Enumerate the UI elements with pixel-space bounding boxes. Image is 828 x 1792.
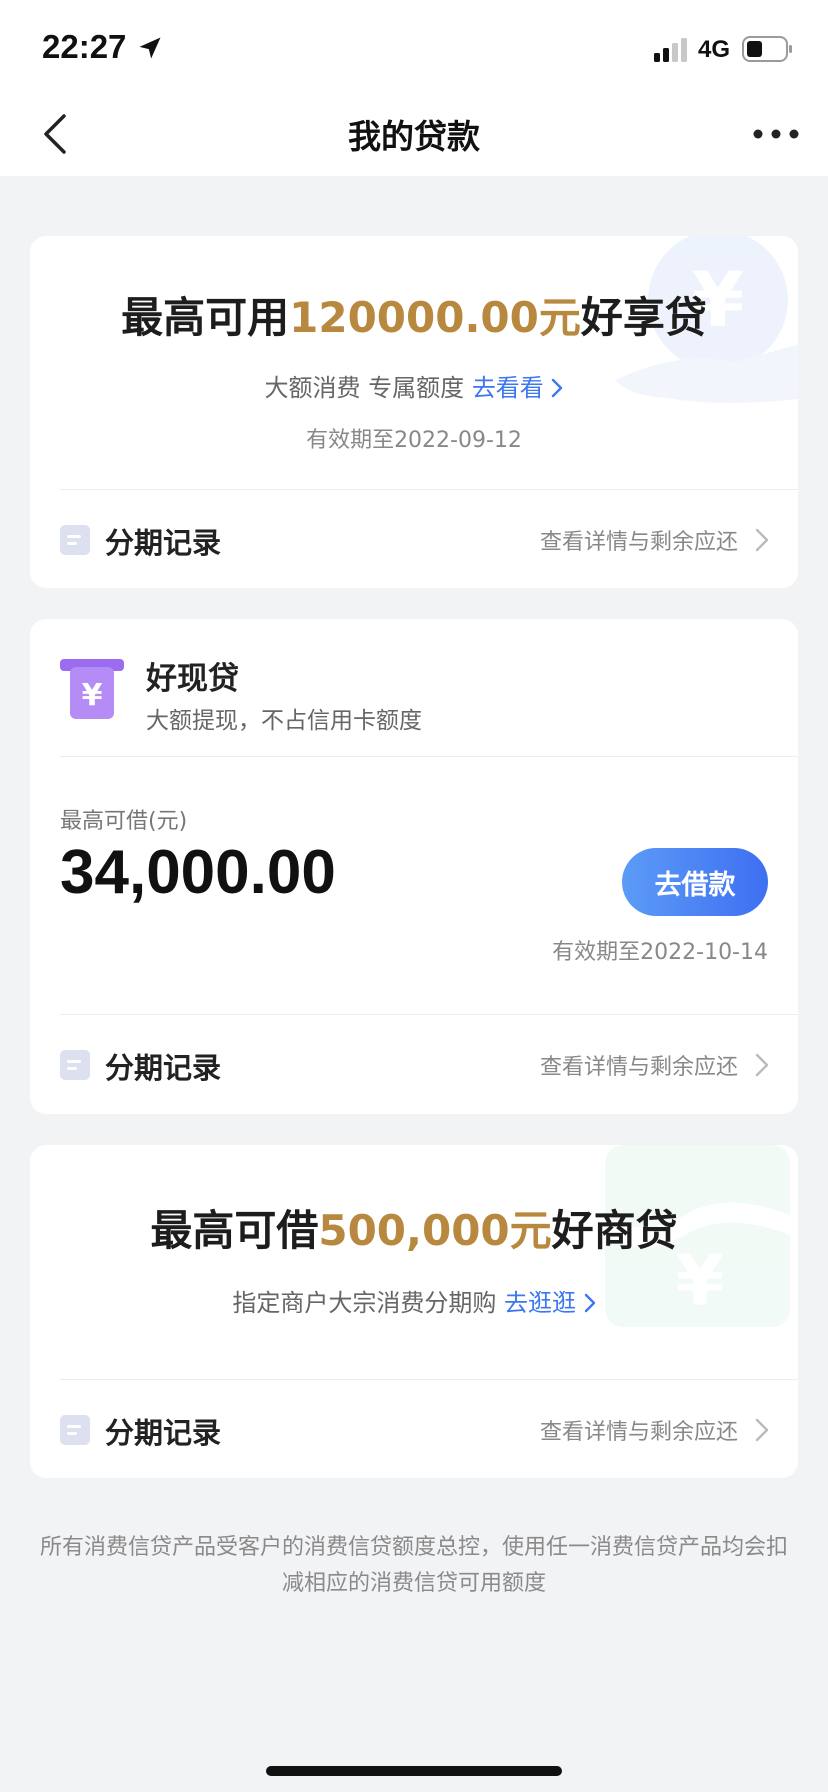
product-description: 大额提现，不占信用卡额度 [146,708,422,734]
headline-suffix: 好商贷 [551,1206,678,1255]
chevron-right-icon [755,1053,769,1077]
promo-headline: 最高可借500,000元好商贷 [30,1197,798,1258]
battery-icon [742,36,792,62]
headline-suffix: 好享贷 [580,293,707,342]
svg-text:¥: ¥ [82,678,103,713]
location-arrow-icon [139,37,161,59]
browse-link-label: 去逛逛 [504,1289,576,1317]
record-label: 分期记录 [105,1051,222,1085]
promo-subtitle: 大额消费 专属额度 去看看 [30,368,798,403]
home-indicator[interactable] [266,1766,562,1776]
browse-link[interactable]: 去逛逛 [504,1289,596,1317]
document-icon [60,1415,90,1445]
chevron-right-icon [552,378,563,398]
chevron-right-icon [755,1418,769,1442]
divider [60,489,798,490]
atm-cash-icon: ¥ [60,659,124,719]
divider [60,1379,798,1380]
haoxiang-loan-card: ¥ 最高可用120000.00元好享贷 大额消费 专属额度 去看看 有效期至20… [30,236,798,588]
borrow-button[interactable]: 去借款 [622,848,768,916]
limit-label: 最高可借(元) [60,809,188,834]
headline-amount: 500,000元 [318,1206,552,1255]
network-label: 4G [698,36,731,63]
more-dots-icon[interactable] [752,120,800,148]
limit-amount: 34,000.00 [60,838,336,907]
chevron-right-icon [755,528,769,552]
disclaimer-text: 所有消费信贷产品受客户的消费信贷额度总控，使用任一消费信贷产品均会扣减相应的消费… [39,1535,788,1596]
record-detail-link[interactable]: 查看详情与剩余应还 [540,1049,738,1081]
record-label: 分期记录 [105,526,222,560]
headline-prefix: 最高可用 [121,293,290,342]
installment-record-row[interactable]: 分期记录 查看详情与剩余应还 [30,492,798,588]
haoshang-loan-card: ¥ 最高可借500,000元好商贷 指定商户大宗消费分期购 去逛逛 分期记录 查… [30,1145,798,1478]
chevron-right-icon [584,1293,595,1313]
divider [60,756,798,757]
promo-headline: 最高可用120000.00元好享贷 [30,284,798,345]
view-link[interactable]: 去看看 [472,374,564,402]
validity-date: 有效期至2022-10-14 [552,940,768,965]
headline-amount: 120000.00元 [289,293,581,342]
status-bar: 22:27 4G [0,0,828,92]
page-title: 我的贷款 [348,117,480,156]
promo-subtitle: 指定商户大宗消费分期购 去逛逛 [30,1283,798,1318]
haoxian-loan-card: ¥ 好现贷 大额提现，不占信用卡额度 最高可借(元) 34,000.00 去借款… [30,619,798,1114]
validity-date: 有效期至2022-09-12 [306,428,522,453]
document-icon [60,1050,90,1080]
installment-record-row[interactable]: 分期记录 查看详情与剩余应还 [30,1017,798,1113]
record-detail-link[interactable]: 查看详情与剩余应还 [540,1414,738,1446]
record-detail-link[interactable]: 查看详情与剩余应还 [540,524,738,556]
signal-icon [654,38,687,62]
record-label: 分期记录 [105,1416,222,1450]
divider [60,1014,798,1015]
subtitle-text: 大额消费 专属额度 [264,374,465,402]
status-time: 22:27 [42,28,127,65]
headline-prefix: 最高可借 [150,1206,319,1255]
subtitle-text: 指定商户大宗消费分期购 [232,1289,497,1317]
product-name: 好现贷 [146,661,239,697]
view-link-label: 去看看 [471,374,544,402]
document-icon [60,525,90,555]
installment-record-row[interactable]: 分期记录 查看详情与剩余应还 [30,1382,798,1478]
nav-bar: 我的贷款 [0,92,828,176]
